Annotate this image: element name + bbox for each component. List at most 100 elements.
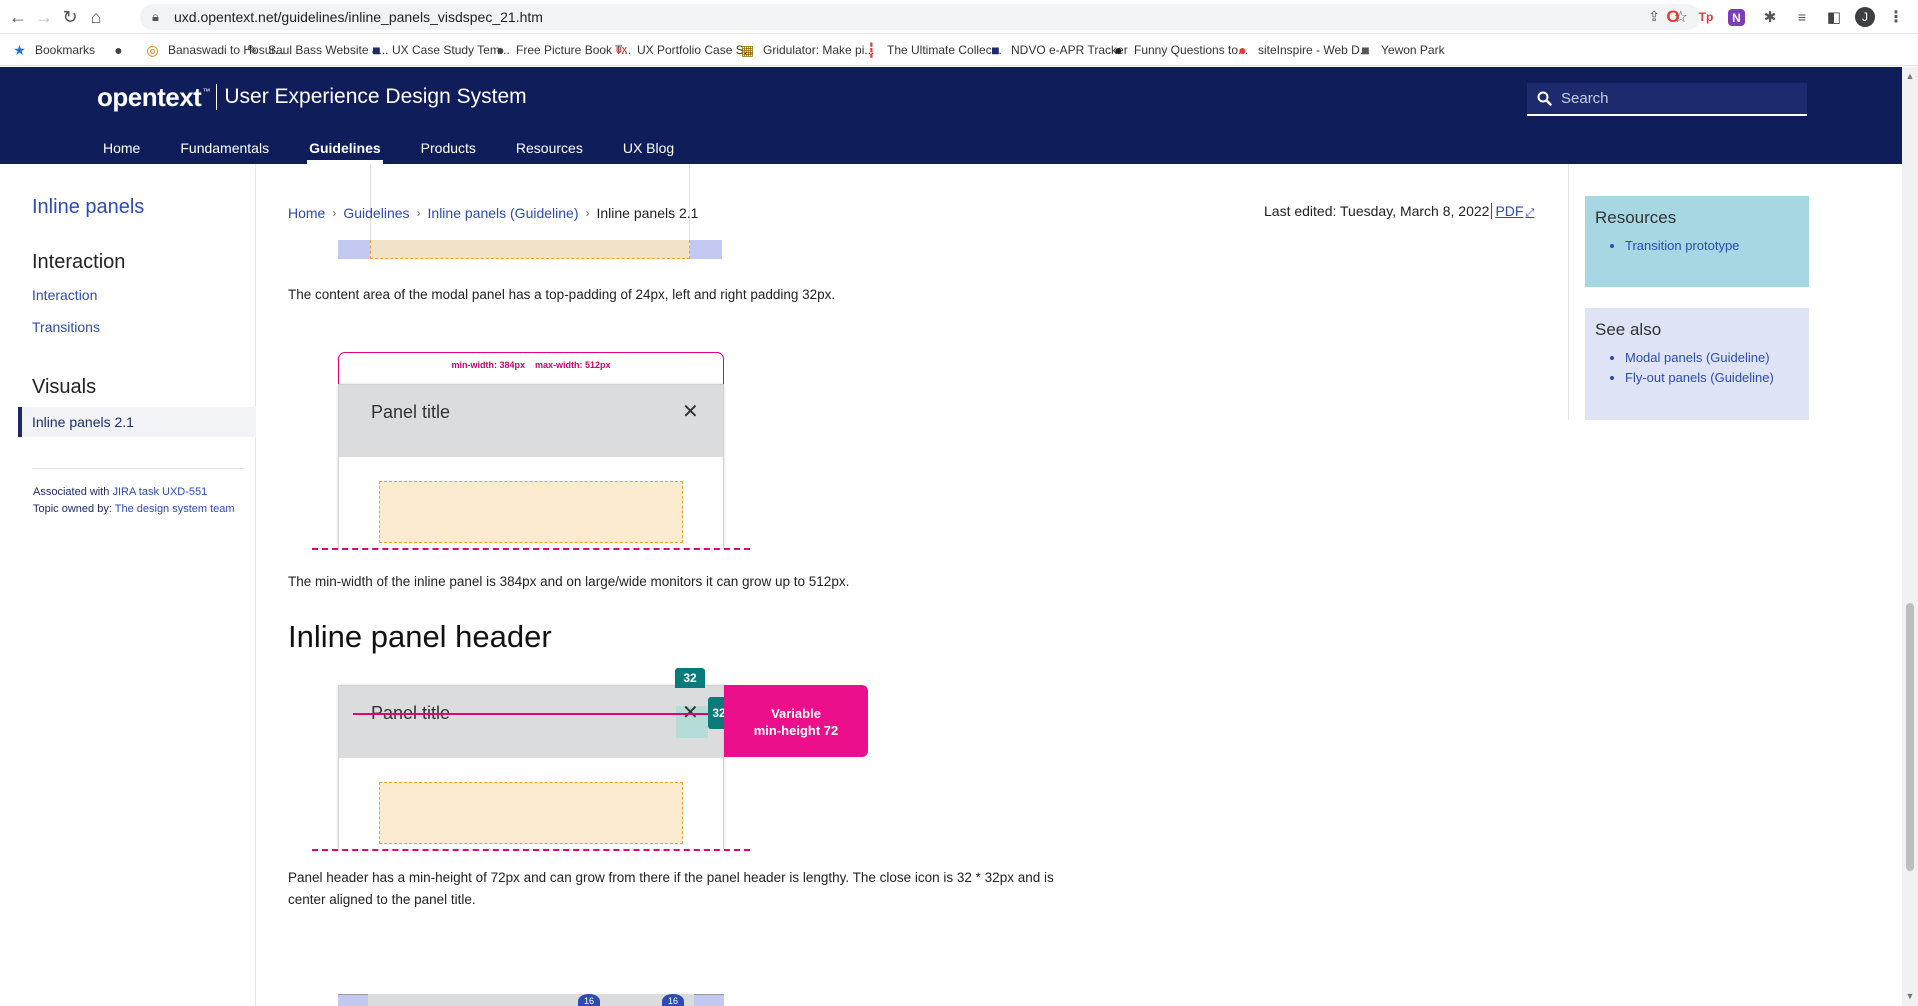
bookmark-item[interactable]: ┇ The Ultimate Collec... bbox=[864, 34, 1001, 66]
sidebar-group-visuals: Visuals bbox=[32, 376, 97, 398]
breadcrumb-chevron-icon: › bbox=[332, 206, 337, 220]
breadcrumb-guidelines[interactable]: Guidelines bbox=[343, 205, 409, 221]
breadcrumb-inline-panels-guideline[interactable]: Inline panels (Guideline) bbox=[428, 205, 579, 221]
width-labels: min-width: 384px max-width: 512px bbox=[339, 360, 723, 370]
reload-icon[interactable]: ↻ bbox=[60, 7, 80, 27]
bookmark-item[interactable]: ▦ Gridulator: Make pi... bbox=[740, 34, 875, 66]
min-height-callout: Variable min-height 72 bbox=[724, 685, 868, 757]
spacing-badge-16a: 16 bbox=[578, 994, 600, 1006]
bookmark-item[interactable]: ● Funny Questions to... bbox=[1111, 34, 1248, 66]
paragraph-header-spec: Panel header has a min-height of 72px an… bbox=[288, 867, 1054, 911]
owner-team-link[interactable]: The design system team bbox=[115, 503, 235, 515]
sidebar-item-inline-panels-2-1[interactable]: Inline panels 2.1 bbox=[18, 407, 256, 437]
breadcrumb-home[interactable]: Home bbox=[288, 205, 325, 221]
modal-panels-link[interactable]: Modal panels (Guideline) bbox=[1625, 350, 1770, 365]
bookmark-label: Funny Questions to... bbox=[1134, 43, 1249, 57]
route-icon: ◎ bbox=[146, 41, 159, 58]
home-icon[interactable]: ⌂ bbox=[86, 7, 106, 27]
tp-extension-icon[interactable]: Tp bbox=[1696, 7, 1716, 27]
more-menu-icon[interactable]: ⋮ bbox=[1886, 7, 1906, 27]
back-arrow-icon[interactable]: ← bbox=[8, 7, 28, 27]
nav-item-home[interactable]: Home bbox=[83, 131, 160, 164]
scrollbar-thumb[interactable] bbox=[1906, 603, 1914, 871]
bookmark-item[interactable]: ■ NDVO e-APR Tracker bbox=[988, 34, 1127, 66]
meta-jira-prefix: Associated with bbox=[33, 486, 113, 498]
share-icon[interactable]: ⇪ bbox=[1648, 8, 1660, 25]
bookmark-item[interactable]: ● bbox=[111, 34, 134, 66]
bookmark-label: siteInspire - Web D... bbox=[1258, 43, 1370, 57]
bookmark-item[interactable]: ★ Bookmarks bbox=[12, 34, 95, 66]
reading-list-icon[interactable]: ≡ bbox=[1792, 7, 1812, 27]
pdf-link[interactable]: PDF ⤢ bbox=[1491, 203, 1535, 219]
sidebar-item-interaction[interactable]: Interaction bbox=[32, 287, 97, 303]
bars-icon: ┇ bbox=[867, 41, 876, 58]
main-nav: Home Fundamentals Guidelines Products Resour… bbox=[83, 131, 694, 164]
bookmark-item[interactable]: ● Free Picture Book T... bbox=[493, 34, 631, 66]
nav-item-products[interactable]: Products bbox=[401, 131, 496, 164]
site-logo[interactable]: opentext ™ User Experience Design System bbox=[97, 81, 527, 113]
see-also-list: Modal panels (Guideline) Fly-out panels … bbox=[1595, 348, 1799, 388]
search-input[interactable] bbox=[1561, 90, 1791, 107]
nav-item-ux-blog[interactable]: UX Blog bbox=[603, 131, 694, 164]
close-icon: ✕ bbox=[682, 401, 699, 423]
puzzle-extensions-icon[interactable]: ✱ bbox=[1760, 7, 1780, 27]
main-content: Home › Guidelines › Inline panels (Guide… bbox=[256, 164, 1576, 1006]
globe-icon: ● bbox=[114, 42, 123, 58]
bookmark-item[interactable]: ■ Yewon Park bbox=[1358, 34, 1444, 66]
circle-icon: ● bbox=[1238, 42, 1247, 58]
mock-content-area bbox=[379, 481, 683, 543]
resources-title: Resources bbox=[1595, 208, 1677, 227]
breadcrumb-chevron-icon: › bbox=[416, 206, 421, 220]
site-header: opentext ™ User Experience Design System… bbox=[0, 67, 1902, 164]
forward-arrow-icon[interactable]: → bbox=[34, 7, 54, 27]
see-also-item: Modal panels (Guideline) bbox=[1625, 348, 1799, 368]
scroll-down-arrow-icon[interactable]: ▼ bbox=[1905, 991, 1915, 1001]
spacing-badge-top: 32 bbox=[675, 668, 705, 688]
scroll-up-arrow-icon[interactable]: ▲ bbox=[1905, 71, 1915, 81]
center-align-line bbox=[353, 713, 713, 715]
jira-task-link[interactable]: JIRA task UXD-551 bbox=[112, 486, 207, 498]
sidebar-meta-owner: Topic owned by: The design system team bbox=[33, 503, 235, 515]
address-bar[interactable]: 🔒︎ uxd.opentext.net/guidelines/inline_pa… bbox=[140, 4, 1700, 30]
width-diagram: min-width: 384px max-width: 512px Panel … bbox=[312, 352, 752, 552]
sidebar-meta-jira: Associated with JIRA task UXD-551 bbox=[33, 486, 207, 498]
spacing-badge-16b: 16 bbox=[662, 994, 684, 1006]
panel-bottom-dashed-line bbox=[312, 548, 750, 550]
sidebar-item-transitions[interactable]: Transitions bbox=[32, 319, 100, 335]
address-url[interactable]: uxd.opentext.net/guidelines/inline_panel… bbox=[174, 9, 543, 25]
resources-item: Transition prototype bbox=[1625, 236, 1799, 256]
last-edited: Last edited: Tuesday, March 8, 2022 PDF ⤢ bbox=[1264, 203, 1535, 220]
mock-content-area-2 bbox=[379, 782, 683, 844]
page-scrollbar[interactable]: ▲ ▼ bbox=[1902, 67, 1918, 1006]
paragraph-header-line-1: Panel header has a min-height of 72px an… bbox=[288, 870, 1054, 885]
fly-out-panels-link[interactable]: Fly-out panels (Guideline) bbox=[1625, 370, 1774, 385]
paragraph-min-width: The min-width of the inline panel is 384… bbox=[288, 574, 850, 589]
mock-inline-panel: Panel title ✕ bbox=[338, 384, 724, 548]
sidebar-title-link[interactable]: Inline panels bbox=[32, 196, 144, 219]
square-icon: ■ bbox=[991, 42, 1000, 58]
bookmark-item[interactable]: ● siteInspire - Web D... bbox=[1235, 34, 1370, 66]
logo-divider bbox=[216, 84, 218, 110]
nav-item-resources[interactable]: Resources bbox=[496, 131, 603, 164]
transition-prototype-link[interactable]: Transition prototype bbox=[1625, 238, 1739, 253]
opera-extension-icon[interactable]: O bbox=[1663, 7, 1683, 27]
profile-avatar[interactable]: J bbox=[1855, 7, 1875, 27]
bookmark-label: UX Portfolio Case S... bbox=[637, 43, 754, 57]
nav-item-guidelines[interactable]: Guidelines bbox=[289, 131, 401, 164]
width-range-bracket: min-width: 384px max-width: 512px bbox=[338, 352, 724, 386]
bookmarks-bar: ★ Bookmarks ● ◎ Banaswadi to Hosur... ✎ Saul B… bbox=[0, 34, 1918, 66]
bookmark-item[interactable]: ✎ Saul Bass Website a... bbox=[245, 34, 389, 66]
site-search[interactable] bbox=[1527, 83, 1807, 116]
onenote-extension-icon[interactable]: N bbox=[1728, 9, 1745, 26]
rail-divider bbox=[1568, 164, 1569, 420]
mock-inline-panel-2: Panel title ✕ bbox=[338, 685, 724, 849]
sidebar-divider bbox=[32, 468, 244, 469]
side-panel-icon[interactable]: ◧ bbox=[1824, 7, 1844, 27]
bookmark-item[interactable]: ■ UX Case Study Tem... bbox=[369, 34, 510, 66]
pdf-label: PDF bbox=[1495, 203, 1524, 219]
nav-item-fundamentals[interactable]: Fundamentals bbox=[160, 131, 289, 164]
bookmark-label: Bookmarks bbox=[35, 43, 96, 57]
meta-owner-prefix: Topic owned by: bbox=[33, 503, 115, 515]
bookmark-item[interactable]: UX UX Portfolio Case S... bbox=[614, 34, 754, 66]
see-also-title: See also bbox=[1595, 320, 1662, 339]
